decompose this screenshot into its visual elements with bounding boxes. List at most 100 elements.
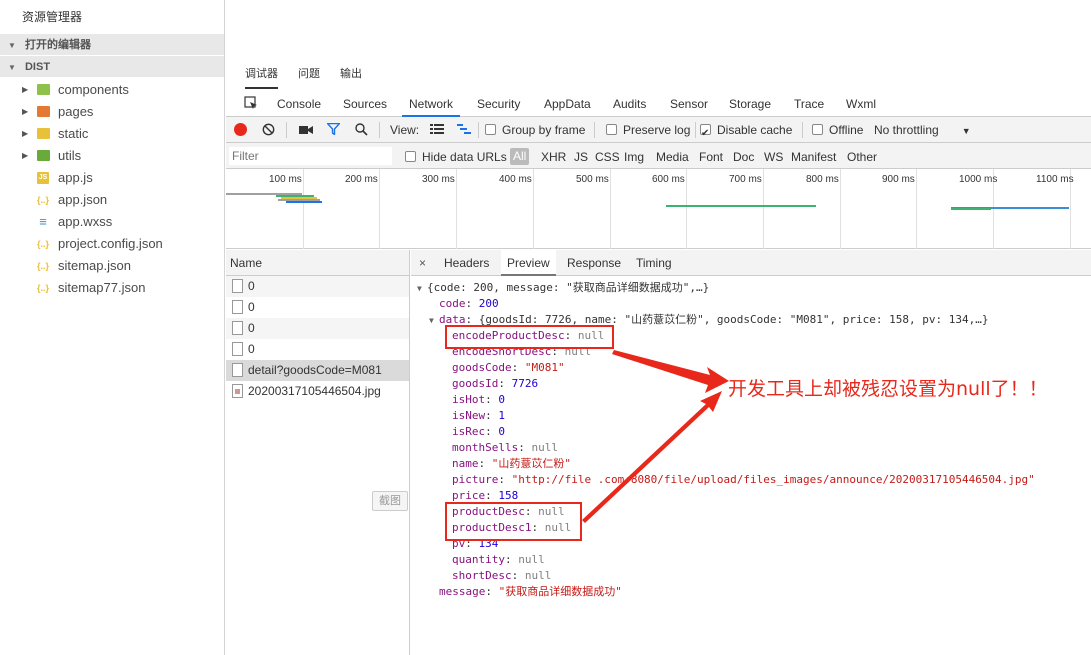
- json-key: goodsId: [452, 377, 499, 390]
- json-value: "获取商品详细数据成功": [498, 585, 622, 598]
- waterfall-icon[interactable]: [457, 117, 471, 143]
- overview-tick-label: 1100 ms: [1036, 174, 1074, 185]
- overview-tick-label: 600 ms: [652, 174, 685, 185]
- file-3[interactable]: {..} project.config.json: [0, 233, 224, 255]
- filter-type-css[interactable]: CSS: [595, 143, 620, 169]
- json-field[interactable]: monthSells: null: [452, 440, 558, 456]
- filter-icon[interactable]: [325, 117, 342, 143]
- filter-type-doc[interactable]: Doc: [733, 143, 754, 169]
- folder-label: pages: [58, 104, 94, 119]
- highlight-box: [445, 502, 582, 541]
- clear-icon[interactable]: [262, 117, 275, 143]
- tab-preview[interactable]: Preview: [501, 250, 556, 276]
- camera-icon[interactable]: [299, 117, 313, 143]
- open-editors-section[interactable]: ▼ 打开的编辑器: [0, 34, 224, 56]
- tab-sensor[interactable]: Sensor: [670, 89, 708, 117]
- overview-gridline: [533, 169, 534, 249]
- overview-gridline: [686, 169, 687, 249]
- network-overview[interactable]: 100 ms 200 ms 300 ms 400 ms 500 ms 600 ms 700 …: [226, 169, 1091, 249]
- tab-console[interactable]: Console: [277, 89, 321, 117]
- tab-debugger[interactable]: 调试器: [245, 57, 278, 89]
- network-toolbar: View: Group by frame Preserve log Disabl…: [226, 117, 1091, 147]
- tab-audits[interactable]: Audits: [613, 89, 646, 117]
- search-icon[interactable]: [355, 117, 368, 143]
- folder-2[interactable]: ▶ static: [0, 123, 224, 145]
- folder-0[interactable]: ▶ components: [0, 79, 224, 101]
- json-field[interactable]: isRec: 0: [452, 424, 505, 440]
- name-column-header[interactable]: Name: [226, 250, 409, 276]
- screenshot-button[interactable]: 截图: [372, 491, 408, 511]
- request-name: 0: [248, 342, 255, 356]
- filter-type-media[interactable]: Media: [656, 143, 689, 169]
- tab-sources[interactable]: Sources: [343, 89, 387, 117]
- tab-timing[interactable]: Timing: [636, 250, 672, 276]
- json-field[interactable]: quantity: null: [452, 552, 545, 568]
- json-file-icon: {..}: [36, 195, 49, 205]
- disable-cache-label: Disable cache: [717, 123, 793, 137]
- request-row[interactable]: 0: [226, 339, 409, 360]
- json-field[interactable]: goodsCode: "M081": [452, 360, 565, 376]
- project-section[interactable]: ▼ DIST: [0, 56, 224, 78]
- json-root[interactable]: ▼ {code: 200, message: "获取商品详细数据成功",…}: [417, 280, 709, 296]
- json-line-message[interactable]: message: "获取商品详细数据成功": [439, 584, 622, 600]
- file-4[interactable]: {..} sitemap.json: [0, 255, 224, 277]
- hide-data-urls-checkbox[interactable]: Hide data URLs: [405, 143, 507, 169]
- json-field[interactable]: isHot: 0: [452, 392, 505, 408]
- request-row[interactable]: 0: [226, 297, 409, 318]
- json-field[interactable]: isNew: 1: [452, 408, 505, 424]
- tab-response[interactable]: Response: [567, 250, 621, 276]
- offline-checkbox[interactable]: Offline: [812, 117, 863, 143]
- file-0[interactable]: JS app.js: [0, 167, 224, 189]
- filter-type-xhr[interactable]: XHR: [541, 143, 566, 169]
- filter-type-manifest[interactable]: Manifest: [791, 143, 836, 169]
- disable-cache-checkbox[interactable]: Disable cache: [700, 117, 793, 147]
- json-value: null: [518, 553, 545, 566]
- filter-type-all[interactable]: All: [510, 148, 530, 165]
- overview-gridline: [379, 169, 380, 249]
- tab-trace[interactable]: Trace: [794, 89, 824, 117]
- json-value: 200: [478, 297, 499, 310]
- file-5[interactable]: {..} sitemap77.json: [0, 277, 224, 299]
- tab-appdata[interactable]: AppData: [544, 89, 591, 117]
- tab-output[interactable]: 输出: [340, 57, 362, 89]
- group-by-frame-checkbox[interactable]: Group by frame: [485, 117, 585, 143]
- file-2[interactable]: ≡ app.wxss: [0, 211, 224, 233]
- filter-input[interactable]: [229, 147, 392, 165]
- close-icon[interactable]: ×: [419, 250, 426, 276]
- filter-type-js[interactable]: JS: [574, 143, 588, 169]
- overview-tick-label: 400 ms: [499, 174, 532, 185]
- large-rows-icon[interactable]: [430, 117, 444, 143]
- chevron-right-icon: ▶: [22, 151, 29, 160]
- request-row[interactable]: 0: [226, 318, 409, 339]
- record-icon[interactable]: [234, 117, 247, 143]
- folder-3[interactable]: ▶ utils: [0, 145, 224, 167]
- folder-label: utils: [58, 148, 82, 163]
- request-row[interactable]: detail?goodsCode=M081: [226, 360, 409, 381]
- throttling-select[interactable]: No throttling ▼: [874, 117, 971, 143]
- json-field[interactable]: shortDesc: null: [452, 568, 551, 584]
- tab-wxml[interactable]: Wxml: [846, 89, 876, 117]
- file-1[interactable]: {..} app.json: [0, 189, 224, 211]
- tab-security[interactable]: Security: [477, 89, 520, 117]
- json-field[interactable]: goodsId: 7726: [452, 376, 538, 392]
- preserve-log-checkbox[interactable]: Preserve log: [606, 117, 690, 143]
- folder-1[interactable]: ▶ pages: [0, 101, 224, 123]
- tab-network[interactable]: Network: [402, 89, 461, 117]
- json-value: 1: [498, 409, 505, 422]
- tab-problems[interactable]: 问题: [298, 57, 320, 89]
- inspect-element-icon[interactable]: [244, 89, 260, 117]
- css-file-icon: ≡: [39, 214, 47, 229]
- json-field[interactable]: name: "山药薏苡仁粉": [452, 456, 571, 472]
- request-row[interactable]: 20200317105446504.jpg: [226, 381, 409, 402]
- filter-type-font[interactable]: Font: [699, 143, 723, 169]
- filter-type-img[interactable]: Img: [624, 143, 644, 169]
- request-row[interactable]: 0: [226, 276, 409, 297]
- filter-type-other[interactable]: Other: [847, 143, 877, 169]
- json-field[interactable]: picture: "http://file .com:8080/file/upl…: [452, 472, 1035, 488]
- image-file-icon: [232, 384, 243, 398]
- filter-type-ws[interactable]: WS: [764, 143, 783, 169]
- folder-icon: [37, 128, 50, 139]
- json-line-code[interactable]: code: 200: [439, 296, 499, 312]
- tab-headers[interactable]: Headers: [444, 250, 489, 276]
- tab-storage[interactable]: Storage: [729, 89, 771, 117]
